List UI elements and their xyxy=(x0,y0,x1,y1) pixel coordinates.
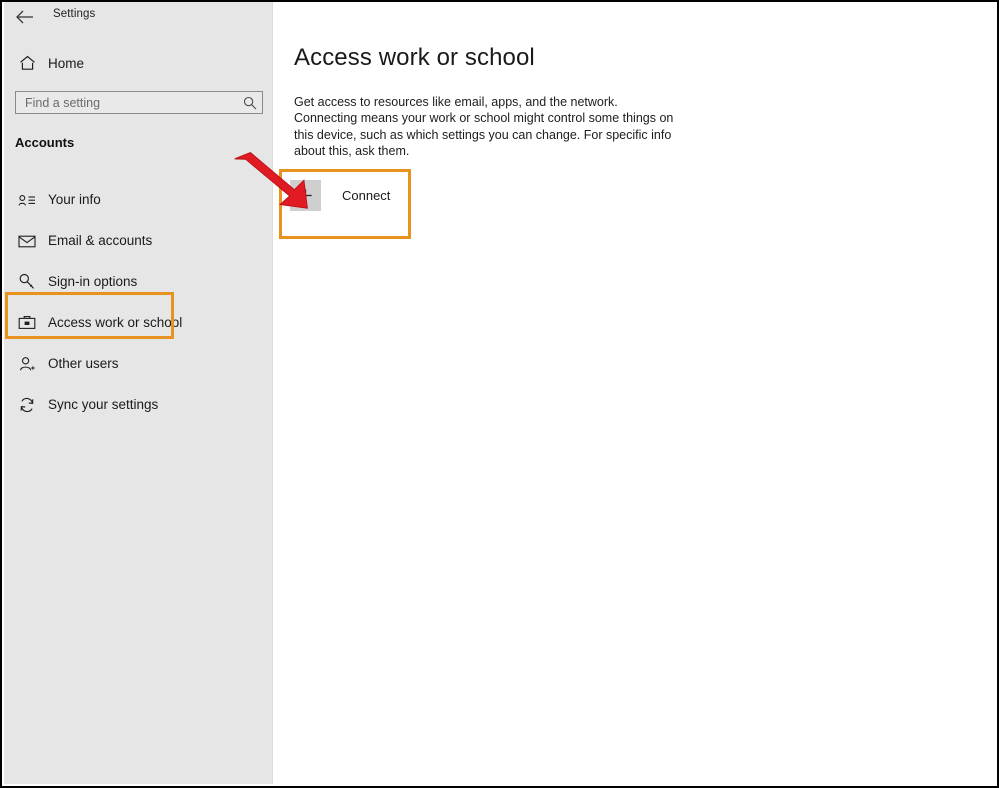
titlebar: Settings xyxy=(4,2,272,32)
connect-button[interactable]: Connect xyxy=(290,180,390,211)
sidebar-nav-list: Your info Email & accounts Sign-in optio… xyxy=(4,179,273,425)
sync-icon xyxy=(11,397,43,413)
search-box[interactable] xyxy=(15,91,263,114)
briefcase-icon xyxy=(11,315,43,330)
sidebar-item-your-info[interactable]: Your info xyxy=(4,179,273,220)
plus-icon xyxy=(290,180,321,211)
sidebar-item-other-users-label: Other users xyxy=(48,356,119,371)
sidebar-item-sync-your-settings-label: Sync your settings xyxy=(48,397,159,412)
key-icon xyxy=(11,273,43,290)
sidebar-item-sync-your-settings[interactable]: Sync your settings xyxy=(4,384,273,425)
settings-window: Settings Home Find a setting Accounts Yo… xyxy=(2,2,997,786)
connect-button-label: Connect xyxy=(342,188,391,203)
sidebar-item-access-work-or-school-label: Access work or school xyxy=(48,315,183,330)
sidebar-item-home-label: Home xyxy=(48,55,85,71)
sidebar-section-header: Accounts xyxy=(15,135,75,150)
settings-sidebar: Settings Home Find a setting Accounts Yo… xyxy=(4,2,273,784)
page-title: Access work or school xyxy=(294,44,535,71)
page-description: Get access to resources like email, apps… xyxy=(294,95,674,158)
sidebar-item-home[interactable]: Home xyxy=(4,50,254,76)
envelope-icon xyxy=(11,234,43,248)
home-icon xyxy=(11,55,43,71)
main-content: Access work or school Get access to reso… xyxy=(274,2,995,786)
person-card-icon xyxy=(11,193,43,207)
back-arrow-icon[interactable] xyxy=(14,6,36,28)
sidebar-item-other-users[interactable]: Other users xyxy=(4,343,273,384)
sidebar-item-your-info-label: Your info xyxy=(48,192,101,207)
sidebar-item-sign-in-options-label: Sign-in options xyxy=(48,274,138,289)
sidebar-item-email-accounts[interactable]: Email & accounts xyxy=(4,220,273,261)
search-icon xyxy=(238,96,262,110)
sidebar-item-access-work-or-school[interactable]: Access work or school xyxy=(4,302,273,343)
screenshot-root: Settings Home Find a setting Accounts Yo… xyxy=(0,0,999,788)
app-title: Settings xyxy=(53,8,96,20)
sidebar-item-sign-in-options[interactable]: Sign-in options xyxy=(4,261,273,302)
sidebar-item-email-accounts-label: Email & accounts xyxy=(48,233,153,248)
person-add-icon xyxy=(11,356,43,372)
search-input[interactable] xyxy=(16,92,238,113)
